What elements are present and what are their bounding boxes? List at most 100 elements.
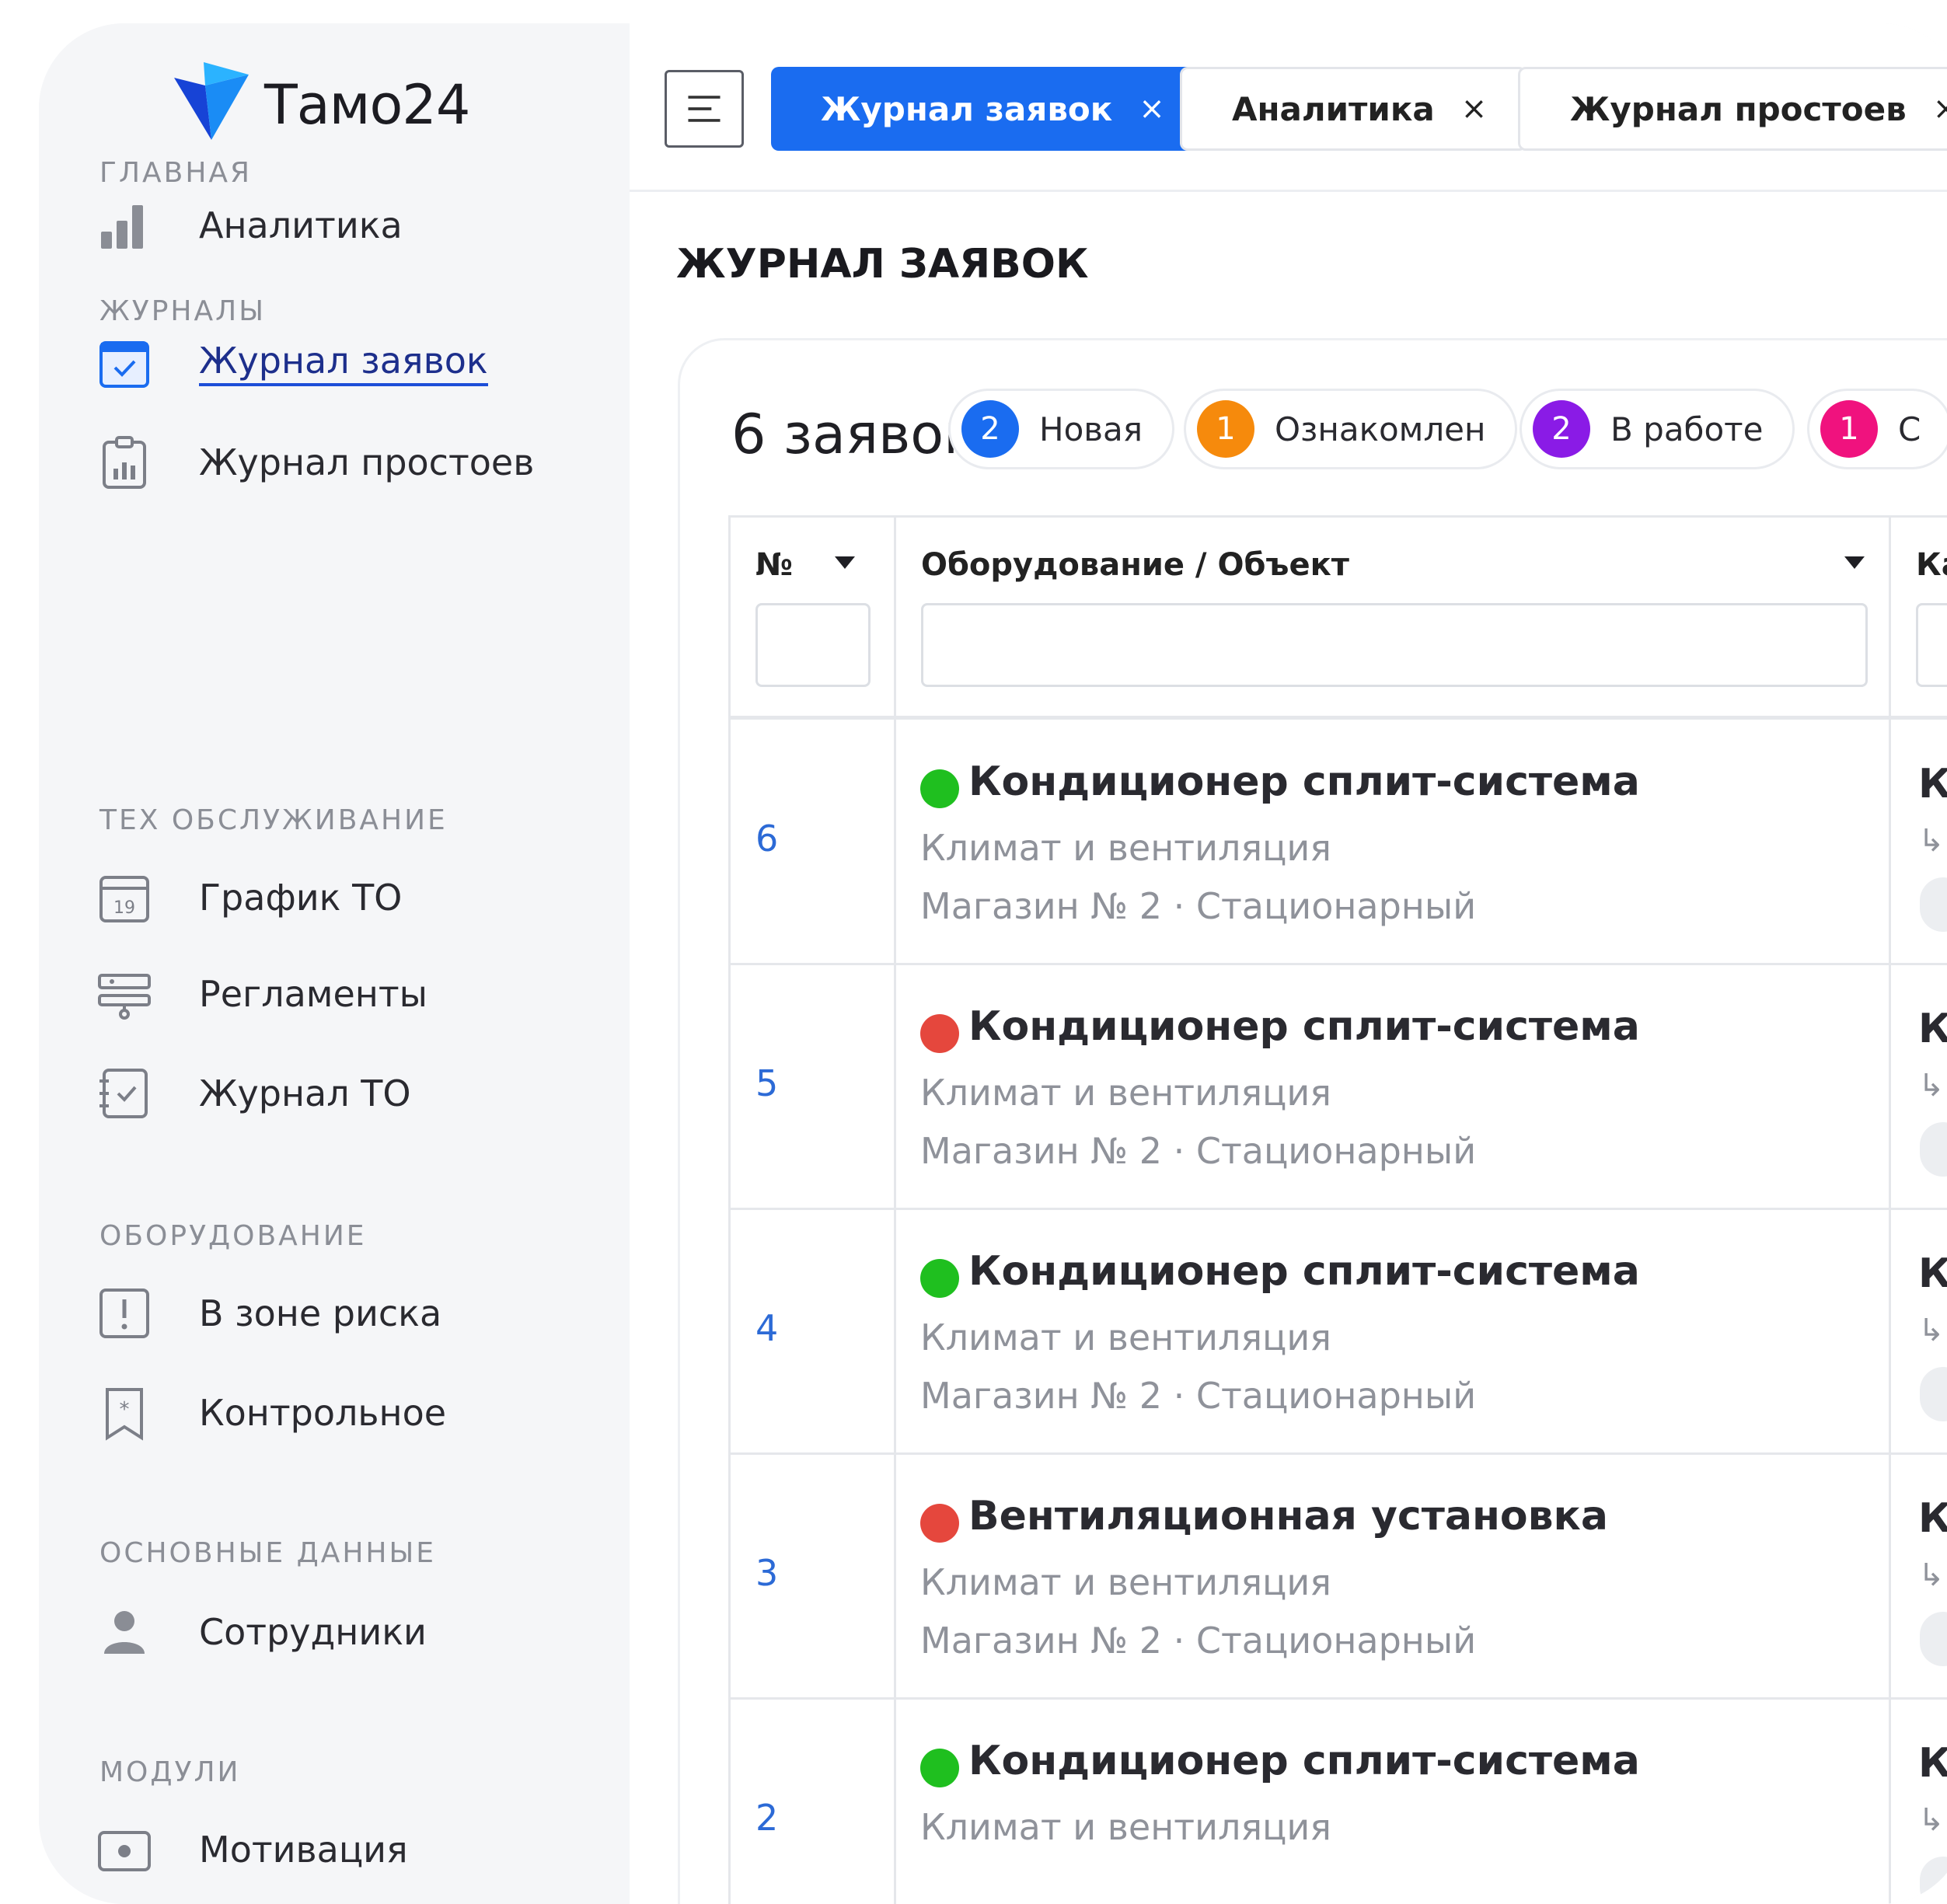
sort-arrow-icon[interactable] [1844, 556, 1865, 569]
column-header-label: Ка [1916, 547, 1947, 583]
tab-requests-journal[interactable]: Журнал заявок × [771, 67, 1202, 151]
sidebar-item-maintenance-journal[interactable]: Журнал ТО [95, 1062, 592, 1125]
status-dot [920, 1259, 959, 1298]
close-icon[interactable]: × [1933, 91, 1947, 127]
sidebar-item-label: Журнал ТО [199, 1072, 411, 1114]
tab-bar: Журнал заявок × Аналитика × Журнал прост… [630, 23, 1947, 192]
request-number-link[interactable]: 3 [755, 1552, 778, 1594]
alert-square-icon [95, 1284, 154, 1343]
third-column-value: К [1918, 1006, 1947, 1052]
equipment-title: Кондиционер сплит-система [968, 1248, 1640, 1295]
third-column-chip [1920, 877, 1947, 932]
equipment-location: Магазин № 2 · Стационарный [920, 1620, 1477, 1662]
sidebar-item-regulations[interactable]: Регламенты [95, 963, 592, 1025]
bookmark-star-icon: * [95, 1383, 154, 1442]
sidebar-item-requests-journal[interactable]: Журнал заявок [95, 332, 592, 394]
bar-chart-icon [95, 196, 154, 255]
equipment-category: Климат и вентиляция [920, 1072, 1331, 1114]
status-filter-other[interactable]: 1 С [1807, 389, 1947, 469]
third-column-chip [1920, 1367, 1947, 1421]
table-row[interactable]: 5 Кондиционер сплит-система Климат и венти… [731, 963, 1947, 1210]
status-label: В работе [1610, 410, 1764, 448]
sidebar-item-motivation[interactable]: Мотивация [95, 1819, 592, 1881]
calendar-icon: 19 [95, 868, 154, 927]
sidebar-item-employees[interactable]: Сотрудники [95, 1601, 592, 1663]
third-column-value: К [1918, 1250, 1947, 1297]
num-filter-input[interactable] [755, 603, 871, 687]
app-window: Тамо24 ГЛАВНАЯ Аналитика ЖУРНАЛЫ Журнал … [39, 23, 1947, 1904]
table-row[interactable]: 4 Кондиционер сплит-система Климат и венти… [731, 1208, 1947, 1455]
sidebar-item-label: Мотивация [199, 1829, 408, 1871]
third-filter-input[interactable] [1916, 603, 1947, 687]
equipment-filter-input[interactable] [921, 603, 1868, 687]
sidebar-item-maintenance-schedule[interactable]: 19 График ТО [95, 867, 592, 929]
sidebar-item-control[interactable]: * Контрольное [95, 1382, 592, 1444]
status-label: Ознакомлен [1275, 410, 1486, 448]
table-row[interactable]: 2 Кондиционер сплит-система Климат и венти… [731, 1697, 1947, 1904]
status-filter-acknowledged[interactable]: 1 Ознакомлен [1184, 389, 1518, 469]
status-filter-new[interactable]: 2 Новая [948, 389, 1175, 469]
column-header-label: № [755, 547, 794, 583]
status-dot [920, 769, 959, 808]
column-header-third: Ка [1891, 518, 1947, 720]
sub-arrow-icon: ↳ [1918, 1557, 1945, 1593]
equipment-location: Магазин № 2 · Стационарный [920, 1130, 1477, 1172]
request-number-link[interactable]: 4 [755, 1307, 778, 1349]
notebook-check-icon [95, 1064, 154, 1123]
sidebar-item-downtime-journal[interactable]: Журнал простоев [95, 431, 592, 493]
section-title-modules: МОДУЛИ [99, 1756, 241, 1788]
sidebar-item-label: Аналитика [199, 204, 403, 246]
table-row[interactable]: 3 Вентиляционная установка Климат и вентил… [731, 1452, 1947, 1700]
close-icon[interactable]: × [1461, 91, 1488, 127]
logo-text: Тамо24 [264, 73, 470, 137]
tab-analytics[interactable]: Аналитика × [1180, 67, 1527, 151]
page-title: ЖУРНАЛ ЗАЯВОК [676, 241, 1089, 288]
status-dot [920, 1504, 959, 1543]
request-number-link[interactable]: 5 [755, 1062, 778, 1104]
sidebar-item-analytics[interactable]: Аналитика [95, 194, 592, 256]
table-row[interactable]: 6 Кондиционер сплит-система Климат и венти… [731, 718, 1947, 965]
sub-arrow-icon: ↳ [1918, 1802, 1945, 1838]
sub-arrow-icon: ↳ [1918, 823, 1945, 859]
request-number-link[interactable]: 2 [755, 1797, 778, 1839]
status-filter-in-progress[interactable]: 2 В работе [1520, 389, 1795, 469]
equipment-title: Вентиляционная установка [968, 1493, 1608, 1540]
hamburger-icon [688, 96, 721, 122]
calendar-day-text: 19 [113, 898, 135, 918]
equipment-location: Магазин № 2 · Стационарный [920, 885, 1477, 927]
third-column-chip [1920, 1122, 1947, 1177]
status-dot [920, 1749, 959, 1787]
svg-text:*: * [120, 1398, 130, 1421]
request-number-link[interactable]: 6 [755, 818, 778, 860]
clipboard-chart-icon [95, 433, 154, 492]
sidebar-item-label: Сотрудники [199, 1611, 427, 1653]
sub-arrow-icon: ↳ [1918, 1313, 1945, 1348]
column-header-num: № [731, 518, 894, 720]
tab-label: Журнал простоев [1570, 89, 1907, 128]
sidebar-item-label: Регламенты [199, 973, 427, 1015]
column-header-label: Оборудование / Объект [921, 547, 1349, 583]
tab-label: Аналитика [1232, 89, 1435, 128]
sidebar: Тамо24 ГЛАВНАЯ Аналитика ЖУРНАЛЫ Журнал … [39, 23, 630, 1904]
main-content: Журнал заявок × Аналитика × Журнал прост… [630, 23, 1947, 1904]
sidebar-item-label: В зоне риска [199, 1292, 442, 1334]
equipment-category: Климат и вентиляция [920, 1316, 1331, 1358]
sidebar-item-label: Контрольное [199, 1392, 447, 1434]
tab-label: Журнал заявок [821, 89, 1113, 128]
tab-downtime-journal[interactable]: Журнал простоев × [1518, 67, 1947, 151]
equipment-title: Кондиционер сплит-система [968, 1738, 1640, 1784]
sidebar-item-risk-zone[interactable]: В зоне риска [95, 1282, 592, 1344]
sliders-icon [95, 964, 154, 1023]
equipment-title: Кондиционер сплит-система [968, 1003, 1640, 1050]
status-label: Новая [1039, 410, 1143, 448]
sort-arrow-icon[interactable] [835, 556, 855, 569]
column-header-equipment: Оборудование / Объект [896, 518, 1889, 720]
close-icon[interactable]: × [1139, 91, 1165, 127]
section-title-journals: ЖУРНАЛЫ [99, 295, 266, 327]
third-column-value: К [1918, 1495, 1947, 1542]
sidebar-item-label: Журнал заявок [199, 340, 488, 386]
logo[interactable]: Тамо24 [174, 62, 470, 148]
equipment-location: Магазин № 2 · Стационарный [920, 1375, 1477, 1417]
status-count-badge: 2 [961, 400, 1019, 458]
menu-button[interactable] [665, 70, 744, 148]
